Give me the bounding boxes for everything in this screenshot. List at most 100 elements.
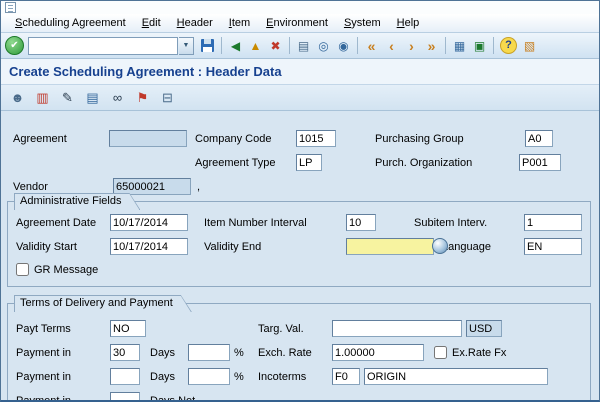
agreement-date-field[interactable]: [110, 214, 188, 231]
purch-organization-field[interactable]: [519, 154, 561, 171]
new-session-button[interactable]: ▦: [450, 36, 469, 56]
cancel-button[interactable]: ✖: [266, 36, 285, 56]
purch-organization-label: Purch. Organization: [375, 157, 473, 169]
menu-scheduling-agreement[interactable]: Scheduling Agreement: [7, 16, 134, 30]
subitem-interval-field[interactable]: [524, 214, 582, 231]
language-label: Language: [442, 241, 491, 253]
agreement-date-label: Agreement Date: [16, 217, 97, 229]
title-bar: Create Scheduling Agreement : Header Dat…: [1, 59, 599, 85]
payment-in-2-days-field[interactable]: [110, 368, 140, 385]
language-field[interactable]: [524, 238, 582, 255]
exch-rate-label: Exch. Rate: [258, 347, 312, 359]
table-icon[interactable]: ▥: [32, 88, 53, 108]
ex-rate-fx-label: Ex.Rate Fx: [452, 347, 507, 359]
payment-in-1-days-label: Days: [150, 347, 176, 359]
vendor-suffix: ,: [197, 181, 201, 193]
flag-icon[interactable]: ⚑: [132, 88, 153, 108]
targ-val-currency-field: [466, 320, 502, 337]
command-input[interactable]: [28, 36, 178, 55]
administrative-fields-tab: Administrative Fields: [14, 193, 140, 210]
person-icon[interactable]: ☻: [7, 88, 28, 108]
agreement-label: Agreement: [13, 133, 67, 145]
vendor-field: [113, 178, 191, 195]
administrative-fields-title: Administrative Fields: [15, 194, 139, 210]
create-shortcut-button[interactable]: ▣: [470, 36, 489, 56]
menu-bar: Scheduling Agreement Edit Header Item En…: [1, 14, 599, 33]
administrative-fields-group: Administrative Fields Agreement Date Ite…: [7, 201, 591, 287]
chevron-down-icon[interactable]: ▼: [179, 36, 194, 55]
payment-in-2-days-label: Days: [150, 371, 176, 383]
previous-page-button[interactable]: ‹: [382, 36, 401, 56]
icon-row: [1, 1, 599, 14]
validity-end-field[interactable]: [346, 238, 434, 255]
toolbar-separator: [493, 37, 494, 54]
validity-start-field[interactable]: [110, 238, 188, 255]
gr-message-label: GR Message: [34, 264, 99, 276]
header-data-form: Agreement Company Code Purchasing Group …: [1, 111, 599, 401]
floppy-icon: [201, 39, 214, 52]
terms-of-delivery-title: Terms of Delivery and Payment: [15, 296, 191, 312]
payment-in-1-days-field[interactable]: [110, 344, 140, 361]
find-button[interactable]: ◎: [314, 36, 333, 56]
subitem-interval-label: Subitem Interv.: [414, 217, 488, 229]
payment-in-1-percent-field[interactable]: [188, 344, 230, 361]
enter-button[interactable]: ✔: [5, 36, 24, 55]
exch-rate-field[interactable]: [332, 344, 424, 361]
purchasing-group-label: Purchasing Group: [375, 133, 464, 145]
item-number-interval-label: Item Number Interval: [204, 217, 307, 229]
menu-environment[interactable]: Environment: [258, 16, 336, 30]
item-number-interval-field[interactable]: [346, 214, 376, 231]
layout-menu-button[interactable]: ▧: [520, 36, 539, 56]
incoterms-label: Incoterms: [258, 371, 307, 383]
gr-message-checkbox[interactable]: [16, 263, 29, 276]
next-page-button[interactable]: ›: [402, 36, 421, 56]
first-page-button[interactable]: «: [362, 36, 381, 56]
agreement-type-label: Agreement Type: [195, 157, 276, 169]
menu-help[interactable]: Help: [389, 16, 428, 30]
standard-toolbar: ✔ ▼ ◀ ▲ ✖ ▤ ◎ ◉ « ‹ › » ▦ ▣ ? ▧: [1, 33, 599, 59]
purchasing-group-field[interactable]: [525, 130, 553, 147]
menu-system[interactable]: System: [336, 16, 389, 30]
find-next-button[interactable]: ◉: [334, 36, 353, 56]
incoterms-desc-field[interactable]: [364, 368, 548, 385]
sap-window: Scheduling Agreement Edit Header Item En…: [0, 0, 600, 402]
help-button[interactable]: ?: [500, 37, 517, 54]
ex-rate-fx-checkbox[interactable]: [434, 346, 447, 359]
company-code-label: Company Code: [195, 133, 272, 145]
payt-terms-label: Payt Terms: [16, 323, 71, 335]
toolbar-separator: [289, 37, 290, 54]
payment-in-3-days-label: Days Net: [150, 395, 196, 401]
company-code-field[interactable]: [296, 130, 336, 147]
system-menu-icon[interactable]: [5, 2, 16, 13]
toolbar-separator: [445, 37, 446, 54]
terms-of-delivery-group: Terms of Delivery and Payment Payt Terms…: [7, 303, 591, 401]
agreement-type-field[interactable]: [296, 154, 322, 171]
toolbar-separator: [221, 37, 222, 54]
page-title: Create Scheduling Agreement : Header Dat…: [9, 64, 282, 79]
save-button[interactable]: [198, 36, 217, 56]
agreement-field: [109, 130, 187, 147]
validity-end-label: Validity End: [204, 241, 262, 253]
targ-val-field[interactable]: [332, 320, 462, 337]
payment-in-3-days-field[interactable]: [110, 392, 140, 400]
document-icon[interactable]: ▤: [82, 88, 103, 108]
binoculars-icon[interactable]: ∞: [107, 88, 128, 108]
incoterms-code-field[interactable]: [332, 368, 360, 385]
payment-in-2-percent-label: %: [234, 371, 244, 383]
menu-header[interactable]: Header: [169, 16, 221, 30]
toolbar-separator: [357, 37, 358, 54]
pencil-icon[interactable]: ✎: [57, 88, 78, 108]
terms-of-delivery-tab: Terms of Delivery and Payment: [14, 295, 192, 312]
print-button[interactable]: ▤: [294, 36, 313, 56]
exit-button[interactable]: ▲: [246, 36, 265, 56]
targ-val-label: Targ. Val.: [258, 323, 304, 335]
back-button[interactable]: ◀: [226, 36, 245, 56]
last-page-button[interactable]: »: [422, 36, 441, 56]
printer-icon[interactable]: ⊟: [157, 88, 178, 108]
menu-item[interactable]: Item: [221, 16, 258, 30]
menu-edit[interactable]: Edit: [134, 16, 169, 30]
payt-terms-field[interactable]: [110, 320, 146, 337]
payment-in-2-percent-field[interactable]: [188, 368, 230, 385]
payment-in-1-percent-label: %: [234, 347, 244, 359]
value-help-icon[interactable]: [432, 238, 448, 254]
